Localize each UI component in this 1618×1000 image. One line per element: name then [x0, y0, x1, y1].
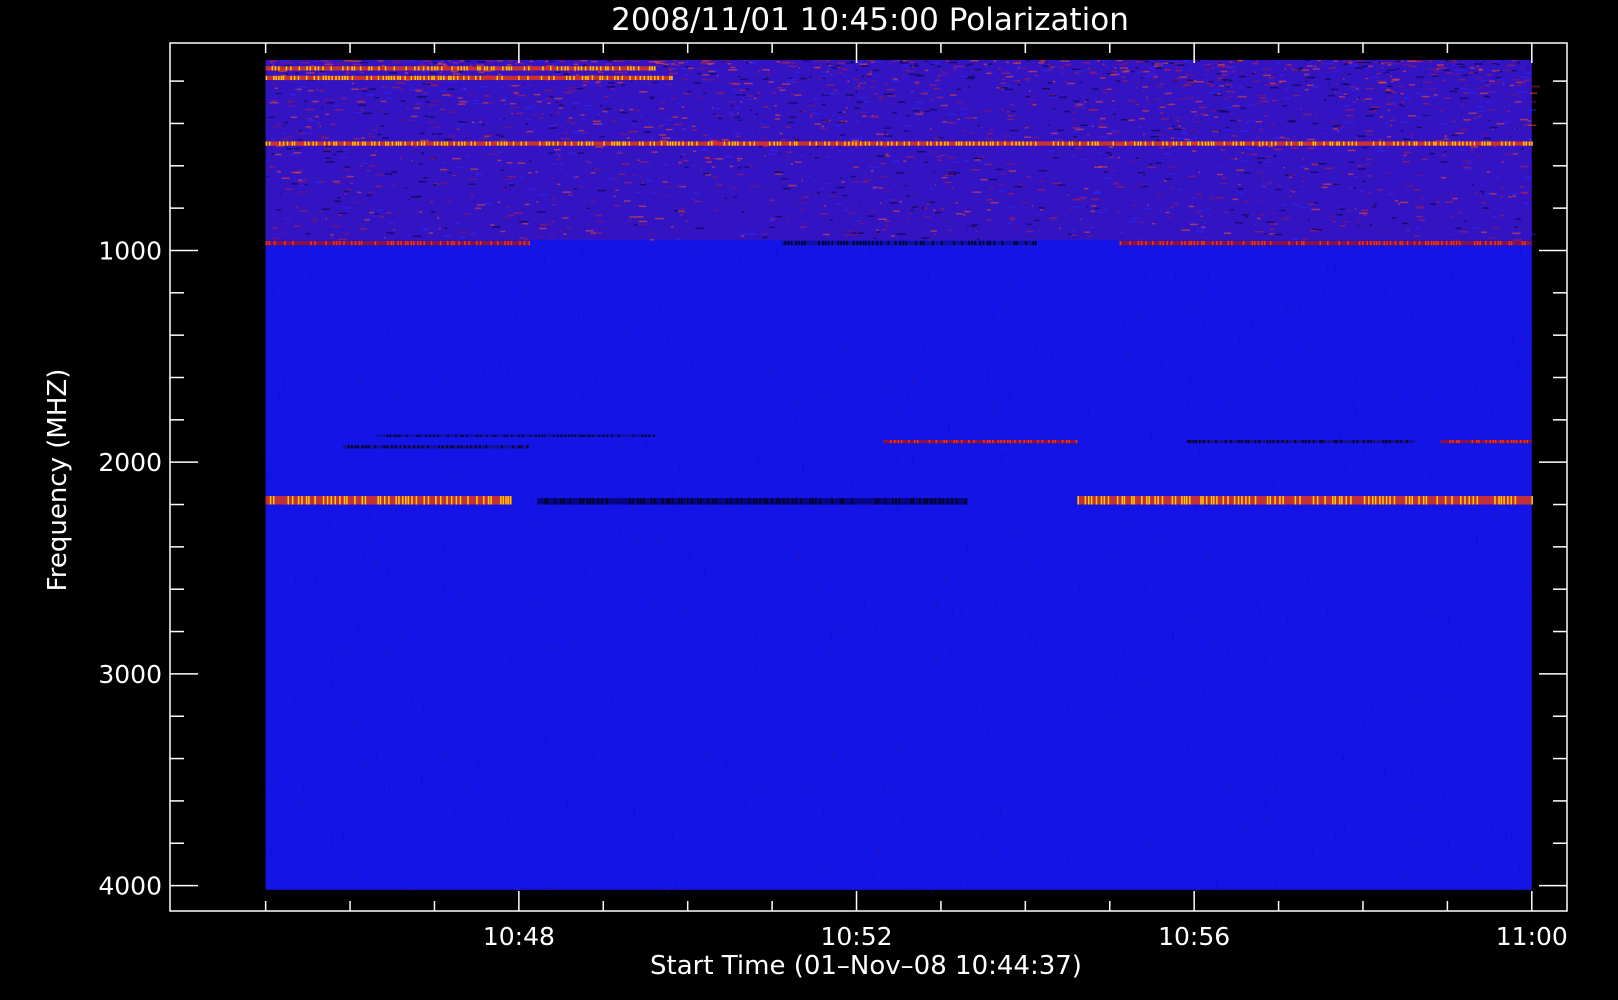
chart-title: 2008/11/01 10:45:00 Polarization: [611, 2, 1129, 38]
band-positive: [1119, 240, 1532, 246]
y-tick-label: 3000: [98, 660, 162, 689]
y-axis-label: Frequency (MHZ): [43, 369, 73, 592]
x-tick-label: 10:56: [1158, 922, 1230, 951]
band-positive: [265, 75, 673, 81]
band-negative: [537, 498, 968, 505]
noise-region: [265, 59, 1532, 240]
band-negative: [781, 240, 1037, 246]
band-negative: [343, 445, 529, 449]
band-negative: [1187, 439, 1416, 444]
band-negative: [376, 434, 656, 437]
band-positive: [883, 439, 1078, 444]
y-tick-label: 1000: [98, 236, 162, 265]
band-positive: [265, 66, 656, 71]
band-positive: [265, 141, 1533, 146]
x-tick-label: 10:48: [483, 922, 555, 951]
band-positive: [265, 496, 512, 505]
band-positive: [265, 240, 531, 246]
x-tick-label: 10:52: [820, 922, 892, 951]
x-axis-label: Start Time (01–Nov–08 10:44:37): [650, 951, 1082, 981]
heatmap-image: [265, 59, 1540, 894]
y-tick-label: 4000: [98, 872, 162, 901]
band-positive: [1077, 496, 1533, 505]
band-positive: [1440, 439, 1532, 444]
y-tick-label: 2000: [98, 448, 162, 477]
x-tick-label: 11:00: [1496, 922, 1568, 951]
chart: 10:48 10:52 10:56 11:00 1000 2000 3000 4000 20…: [0, 0, 1618, 1000]
